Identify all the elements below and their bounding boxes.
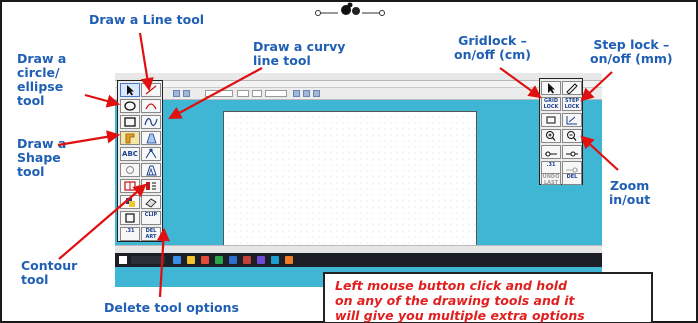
start-icon[interactable] xyxy=(119,256,127,264)
taskbar-app-icon[interactable] xyxy=(215,256,223,264)
line-width-tool[interactable]: .31 xyxy=(120,227,140,241)
shape-tool[interactable] xyxy=(120,131,140,145)
eraser-tool[interactable] xyxy=(141,195,161,209)
contour-tool[interactable] xyxy=(141,163,161,177)
colour-tool[interactable] xyxy=(120,195,140,209)
label-zoom: Zoom in/out xyxy=(609,178,651,207)
slider-tool-2[interactable] xyxy=(562,145,582,159)
frame-tool[interactable] xyxy=(541,113,561,127)
align-tool[interactable] xyxy=(141,179,161,193)
clip-tool[interactable]: CLIP xyxy=(141,211,161,225)
group-tool[interactable] xyxy=(120,179,140,193)
delete-art-tool[interactable]: DEL ART xyxy=(141,227,161,241)
curvy-line-tool[interactable] xyxy=(141,99,161,113)
slider-tool[interactable] xyxy=(541,145,561,159)
menu-bar[interactable] xyxy=(115,81,602,88)
select-arrow-tool[interactable] xyxy=(120,83,140,97)
windows-taskbar xyxy=(115,253,602,267)
toolbar[interactable] xyxy=(115,88,602,100)
zoom-in-button[interactable] xyxy=(541,129,561,143)
undo-last-button[interactable]: UNDO LAST xyxy=(541,173,561,185)
window-titlebar xyxy=(115,73,602,81)
left-tool-palette: ABC CLIP .31 DEL ART xyxy=(117,80,163,242)
label-shape-tool: Draw a Shape tool xyxy=(17,136,67,179)
taskbar-app-icon[interactable] xyxy=(187,256,195,264)
toolbar-button[interactable] xyxy=(303,90,310,97)
rotate-tool[interactable] xyxy=(120,163,140,177)
toolbar-button[interactable] xyxy=(173,90,180,97)
label-curvy-tool: Draw a curvy line tool xyxy=(253,39,346,68)
contour-fill-tool[interactable] xyxy=(141,131,161,145)
circle-ellipse-tool[interactable] xyxy=(120,99,140,113)
label-contour: Contour tool xyxy=(21,258,78,287)
rectangle-tool[interactable] xyxy=(120,115,140,129)
taskbar-app-icon[interactable] xyxy=(285,256,293,264)
info-box: Left mouse button click and hold on any … xyxy=(323,272,653,323)
node-edit-tool[interactable] xyxy=(141,147,161,161)
grid-lock-button[interactable]: GRID LOCK xyxy=(541,97,561,111)
pen-tool[interactable] xyxy=(562,81,582,95)
toolbar-field[interactable] xyxy=(252,90,262,97)
square-tool[interactable] xyxy=(120,211,140,225)
delete-button[interactable]: DEL xyxy=(562,173,582,185)
toolbar-field[interactable] xyxy=(237,90,249,97)
label-gridlock: Gridlock – on/off (cm) xyxy=(454,33,531,62)
label-circle-tool: Draw a circle/ ellipse tool xyxy=(17,51,67,108)
line-tool[interactable] xyxy=(141,83,161,97)
taskbar-app-icon[interactable] xyxy=(201,256,209,264)
taskbar-app-icon[interactable] xyxy=(243,256,251,264)
taskbar-app-icon[interactable] xyxy=(173,256,181,264)
label-delete: Delete tool options xyxy=(104,300,239,315)
right-tool-palette: GRID LOCK STEP LOCK .31 UNDO LAST DEL xyxy=(539,78,583,185)
logo-icon xyxy=(315,2,385,16)
step-lock-button[interactable]: STEP LOCK xyxy=(562,97,582,111)
text-tool[interactable]: ABC xyxy=(120,147,140,161)
app-screenshot xyxy=(115,73,602,287)
label-line-tool: Draw a Line tool xyxy=(89,12,205,27)
label-steplock: Step lock – on/off (mm) xyxy=(590,37,673,66)
toolbar-field[interactable] xyxy=(265,90,287,97)
taskbar-app-icon[interactable] xyxy=(271,256,279,264)
toolbar-button[interactable] xyxy=(313,90,320,97)
info-text: Left mouse button click and hold on any … xyxy=(335,278,585,323)
toolbar-button[interactable] xyxy=(183,90,190,97)
toolbar-button[interactable] xyxy=(293,90,300,97)
status-bar xyxy=(115,245,602,253)
wave-tool[interactable] xyxy=(141,115,161,129)
measure-tool[interactable] xyxy=(562,113,582,127)
taskbar-app-icon[interactable] xyxy=(229,256,237,264)
zoom-out-button[interactable] xyxy=(562,129,582,143)
select-arrow-tool[interactable] xyxy=(541,81,561,95)
drawing-canvas[interactable] xyxy=(223,111,477,249)
taskbar-app-icon[interactable] xyxy=(257,256,265,264)
taskbar-search[interactable] xyxy=(131,256,165,264)
toolbar-field[interactable] xyxy=(205,90,233,97)
